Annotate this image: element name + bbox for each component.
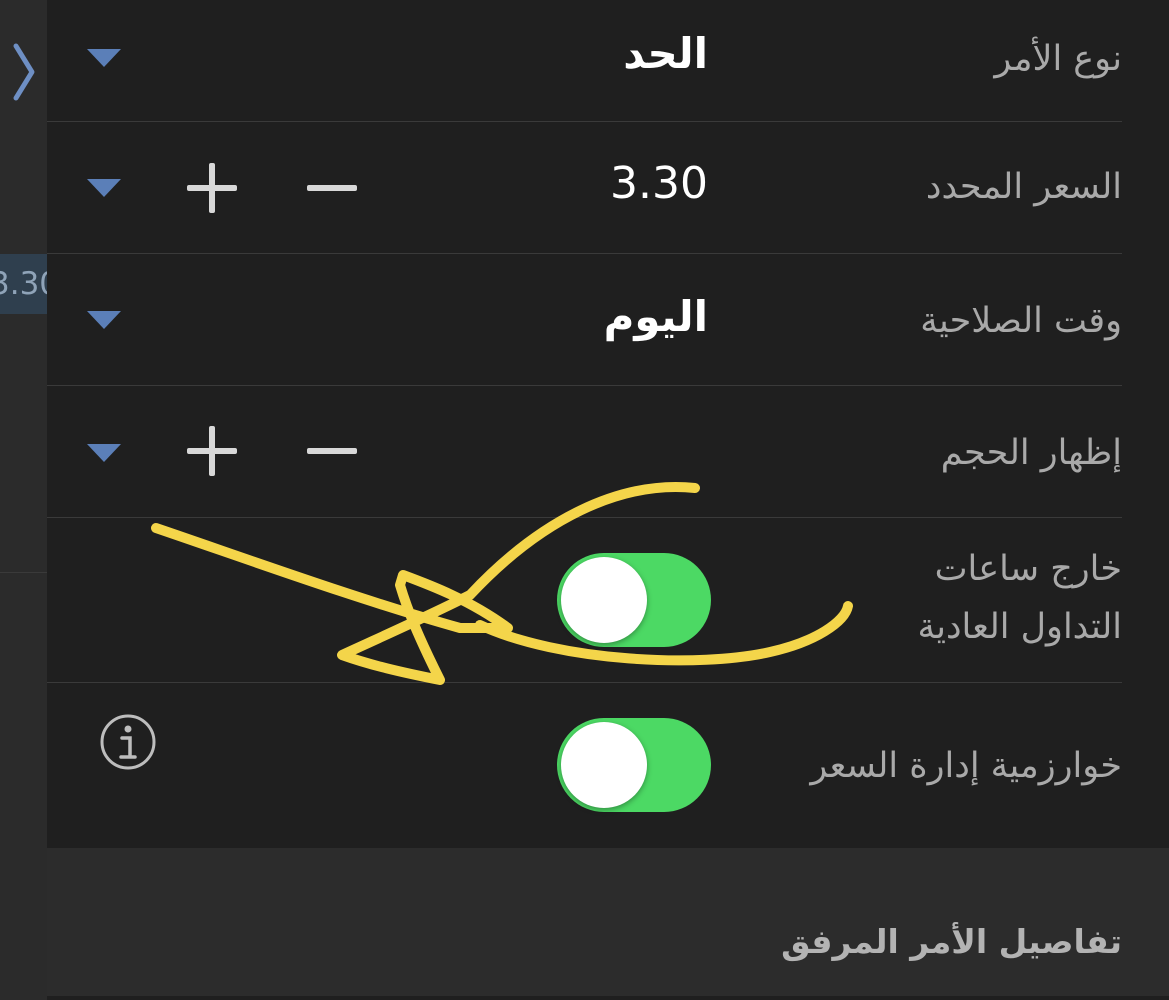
- limit-price-row: السعر المحدد 3.30: [47, 121, 1122, 254]
- price-management-row: خوارزمية إدارة السعر: [47, 682, 1122, 848]
- limit-price-value[interactable]: 3.30: [610, 158, 708, 210]
- divider: [0, 572, 47, 573]
- limit-price-label: السعر المحدد: [925, 167, 1122, 207]
- order-type-row[interactable]: نوع الأمر الحد: [47, 0, 1122, 122]
- outside-hours-toggle[interactable]: [557, 553, 711, 647]
- plus-icon[interactable]: [187, 426, 237, 476]
- price-management-label: خوارزمية إدارة السعر: [810, 746, 1122, 786]
- display-size-row: إظهار الحجم: [47, 385, 1122, 518]
- plus-icon[interactable]: [187, 163, 237, 213]
- triangle-down-icon[interactable]: [87, 49, 121, 67]
- attached-order-section[interactable]: تفاصيل الأمر المرفق: [47, 848, 1169, 996]
- price-management-toggle[interactable]: [557, 718, 711, 812]
- side-panel-strip: 3.30: [0, 0, 47, 1000]
- triangle-down-icon[interactable]: [87, 179, 121, 197]
- minus-icon[interactable]: [307, 163, 357, 213]
- validity-value: اليوم: [603, 292, 708, 341]
- validity-label: وقت الصلاحية: [920, 301, 1122, 341]
- order-type-label: نوع الأمر: [994, 39, 1122, 79]
- toggle-knob: [561, 722, 647, 808]
- chevron-right-icon[interactable]: [8, 42, 38, 102]
- display-size-label: إظهار الحجم: [940, 433, 1122, 473]
- triangle-down-icon[interactable]: [87, 311, 121, 329]
- attached-order-label: تفاصيل الأمر المرفق: [781, 922, 1122, 961]
- triangle-down-icon[interactable]: [87, 444, 121, 462]
- validity-row[interactable]: وقت الصلاحية اليوم: [47, 253, 1122, 386]
- order-type-value: الحد: [623, 29, 708, 78]
- outside-hours-row: خارج ساعات التداول العادية: [47, 517, 1122, 683]
- toggle-knob: [561, 557, 647, 643]
- outside-hours-label-line1: خارج ساعات: [934, 549, 1122, 589]
- outside-hours-label-line2: التداول العادية: [917, 607, 1122, 647]
- side-price-tag: 3.30: [0, 254, 47, 314]
- minus-icon[interactable]: [307, 426, 357, 476]
- info-circle-icon[interactable]: [99, 713, 157, 771]
